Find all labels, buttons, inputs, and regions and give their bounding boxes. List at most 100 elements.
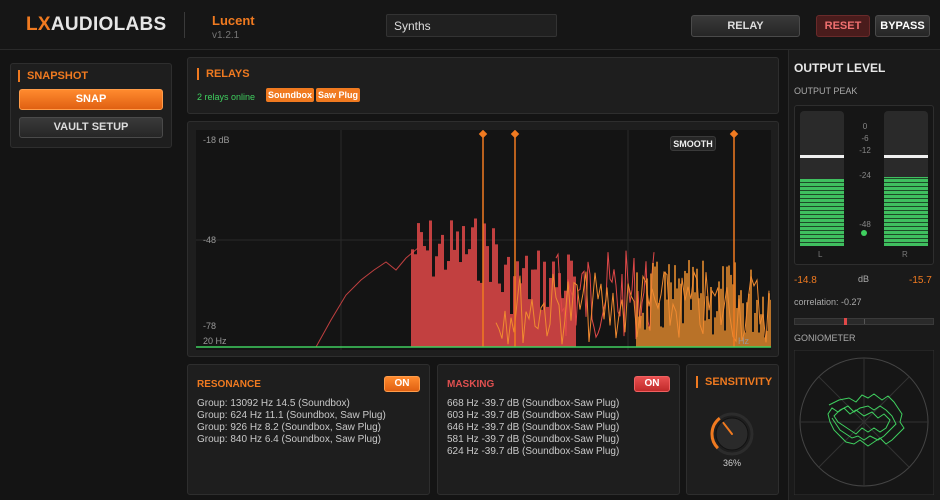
- meter-fill-left: [800, 179, 844, 246]
- spectrum-bar: [447, 261, 450, 347]
- spectrum-bar: [525, 255, 528, 347]
- spectrum-bar: [468, 249, 471, 347]
- snap-button[interactable]: SNAP: [19, 89, 163, 110]
- spectrum-bar: [474, 218, 477, 347]
- spectrum-bar: [726, 266, 728, 347]
- spectrum-bar: [712, 334, 714, 347]
- spectrum-bar: [429, 220, 432, 347]
- spectrum-bar: [450, 220, 453, 347]
- masking-line: 646 Hz -39.7 dB (Soundbox-Saw Plug): [447, 422, 620, 433]
- reset-button[interactable]: RESET: [816, 15, 870, 37]
- preset-field[interactable]: Synths: [386, 14, 557, 37]
- spectrum-bar: [534, 269, 537, 347]
- db-label-low: -78: [203, 321, 217, 331]
- spectrum-bar: [540, 309, 543, 347]
- masking-line: 668 Hz -39.7 dB (Soundbox-Saw Plug): [447, 398, 620, 409]
- spectrum-bar: [770, 299, 771, 347]
- spectrum-bar: [658, 302, 660, 347]
- scale-tick: 0: [862, 122, 868, 131]
- spectrum-bar: [730, 274, 732, 347]
- correlation-meter: [794, 318, 934, 325]
- spectrum-bar: [486, 246, 489, 347]
- left-peak-value: -14.8: [794, 275, 817, 286]
- spectrum-bar: [724, 330, 726, 347]
- spectrum-bar: [477, 280, 480, 347]
- spectrum-bar: [642, 312, 644, 347]
- spectrum-bar: [640, 315, 642, 347]
- peak-hold-left: [800, 155, 844, 158]
- bypass-button[interactable]: BYPASS: [875, 15, 930, 37]
- masking-toggle[interactable]: ON: [634, 376, 670, 392]
- spectrum-bar: [648, 326, 650, 347]
- relays-title: RELAYS: [197, 68, 250, 80]
- spectrum-bar: [688, 260, 690, 347]
- spectrum-bar: [444, 269, 447, 347]
- spectrum-bar: [441, 234, 444, 347]
- resonance-line: Group: 13092 Hz 14.5 (Soundbox): [197, 398, 350, 409]
- spectrum-bar: [700, 293, 702, 347]
- right-peak-value: -15.7: [909, 275, 932, 286]
- masking-line: 624 Hz -39.7 dB (Soundbox-Saw Plug): [447, 446, 620, 457]
- relays-panel: [187, 57, 779, 114]
- scale-tick: -6: [861, 134, 869, 143]
- scale-tick: -48: [859, 220, 871, 229]
- spectrum-bar: [682, 323, 684, 347]
- spectrum-bar: [465, 254, 468, 347]
- smooth-button[interactable]: SMOOTH: [670, 136, 716, 151]
- relay-chip-soundbox[interactable]: Soundbox: [266, 88, 314, 102]
- spectrum-bar: [417, 223, 420, 347]
- spectrum-bar: [650, 273, 652, 347]
- meter-left-label: L: [818, 250, 823, 259]
- spectrum-bar: [423, 246, 426, 347]
- goniometer-label: GONIOMETER: [794, 333, 856, 343]
- spectrum-bar: [704, 320, 706, 347]
- spectrum-bar: [456, 231, 459, 347]
- spectrum-bar: [644, 329, 646, 347]
- spectrum-bar: [706, 296, 708, 347]
- spectrum-bar: [489, 281, 492, 347]
- meter-fill-right: [884, 177, 928, 246]
- snapshot-title: SNAPSHOT: [18, 70, 88, 82]
- spectrum-bar: [752, 331, 754, 347]
- spectrum-analyzer[interactable]: [196, 130, 771, 350]
- relay-chip-saw-plug[interactable]: Saw Plug: [316, 88, 361, 102]
- scale-tick: -24: [859, 171, 871, 180]
- spectrum-bar: [652, 262, 654, 347]
- resonance-toggle[interactable]: ON: [384, 376, 420, 392]
- sensitivity-knob[interactable]: [710, 412, 754, 456]
- spectrum-bar: [708, 319, 710, 347]
- masking-line: 581 Hz -39.7 dB (Soundbox-Saw Plug): [447, 434, 620, 445]
- spectrum-bar: [662, 327, 664, 347]
- masking-line: 603 Hz -39.7 dB (Soundbox-Saw Plug): [447, 410, 620, 421]
- correlation-marker: [844, 318, 848, 325]
- spectrum-bar: [654, 266, 656, 347]
- spectrum-bar: [435, 256, 438, 347]
- spectrum-bar: [664, 271, 666, 347]
- spectrum-bar: [504, 264, 507, 347]
- masking-title: MASKING: [447, 379, 495, 390]
- plugin-name: Lucent: [212, 13, 255, 28]
- db-label-top: -18 dB: [203, 135, 230, 145]
- spectrum-bar: [492, 228, 495, 347]
- resonance-title: RESONANCE: [197, 379, 261, 390]
- spectrum-bar: [432, 276, 435, 347]
- vault-setup-button[interactable]: VAULT SETUP: [19, 117, 163, 138]
- scale-tick: -12: [859, 146, 871, 155]
- spectrum-bar: [426, 250, 429, 347]
- sensitivity-value: 36%: [722, 458, 741, 468]
- spectrum-bar: [756, 299, 758, 347]
- plugin-version: v1.2.1: [212, 30, 240, 41]
- spectrum-bar: [716, 311, 718, 347]
- divider: [184, 12, 185, 38]
- spectrum-bar: [501, 292, 504, 347]
- relay-status: 2 relays online: [197, 92, 256, 102]
- meter-right-label: R: [902, 250, 908, 259]
- freq-label-right: Hz: [738, 336, 749, 346]
- spectrum-bar: [758, 332, 760, 347]
- output-title: OUTPUT LEVEL: [794, 61, 886, 75]
- relay-button[interactable]: RELAY: [691, 15, 800, 37]
- correlation-readout: correlation: -0.27: [794, 297, 862, 307]
- spectrum-bar: [411, 249, 414, 347]
- signal-indicator: [861, 230, 867, 236]
- spectrum-bar: [684, 270, 686, 347]
